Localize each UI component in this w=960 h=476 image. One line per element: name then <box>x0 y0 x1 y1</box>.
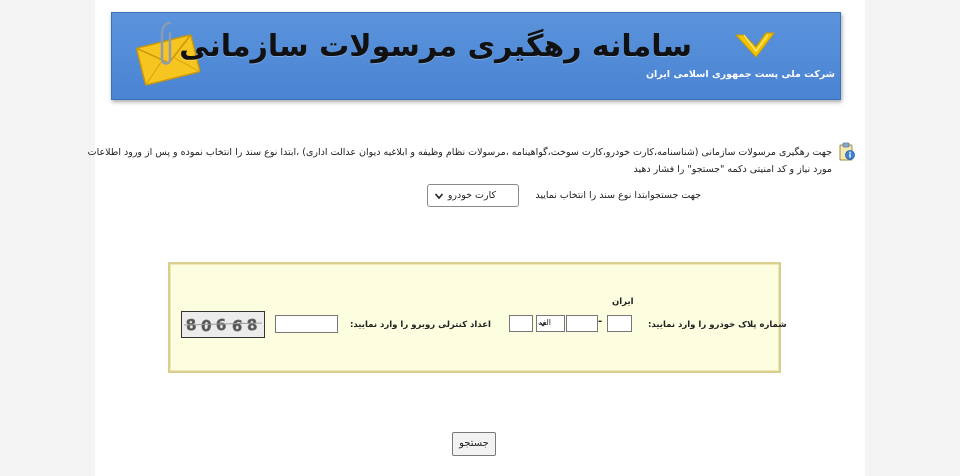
post-logo-icon <box>734 32 775 58</box>
notepad-info-icon <box>839 142 855 161</box>
document-type-label: جهت جستجوابتدا نوع سند را انتخاب نمایید <box>535 190 701 201</box>
plate-country-label: ایران <box>612 297 634 307</box>
captcha-image: 8 0 6 6 8 <box>181 311 265 338</box>
info-text-line1: جهت رهگیری مرسولات سازمانی (شناسنامه،کار… <box>87 147 832 158</box>
page-title: سامانه رهگیری مرسولات سازمانی <box>179 29 692 64</box>
chevron-down-icon <box>434 193 444 200</box>
svg-text:6: 6 <box>231 316 243 335</box>
captcha-label: اعداد کنترلی روبرو را وارد نمایید: <box>350 320 491 330</box>
svg-text:8: 8 <box>246 316 258 335</box>
plate-letter-select[interactable]: الف <box>536 315 565 332</box>
plate-prefix-input[interactable] <box>509 315 533 332</box>
plate-region-input[interactable] <box>607 315 632 332</box>
plate-dash: - <box>598 316 603 327</box>
info-text-line2: مورد نیاز و کد امنیتی دکمه "جستجو" را فش… <box>633 164 832 175</box>
svg-text:6: 6 <box>215 316 227 335</box>
svg-text:0: 0 <box>200 317 212 336</box>
plate-label: شماره پلاک خودرو را وارد نمایید: <box>648 320 787 330</box>
header-banner: سامانه رهگیری مرسولات سازمانی شرکت ملی پ… <box>111 12 841 100</box>
document-type-row: جهت جستجوابتدا نوع سند را انتخاب نمایید … <box>427 184 757 208</box>
plate-number-input[interactable] <box>566 315 598 332</box>
search-form-panel: ایران شماره پلاک خودرو را وارد نمایید: -… <box>168 262 787 373</box>
captcha-input[interactable] <box>275 315 338 333</box>
chevron-down-icon <box>539 321 547 327</box>
document-type-selected: کارت خودرو <box>447 190 496 201</box>
search-button[interactable]: جستجو <box>452 432 496 456</box>
document-type-select[interactable]: کارت خودرو <box>427 184 519 207</box>
info-section: جهت رهگیری مرسولات سازمانی (شناسنامه،کار… <box>87 142 855 178</box>
logo-caption: شرکت ملی پست جمهوری اسلامی ایران <box>645 69 835 80</box>
